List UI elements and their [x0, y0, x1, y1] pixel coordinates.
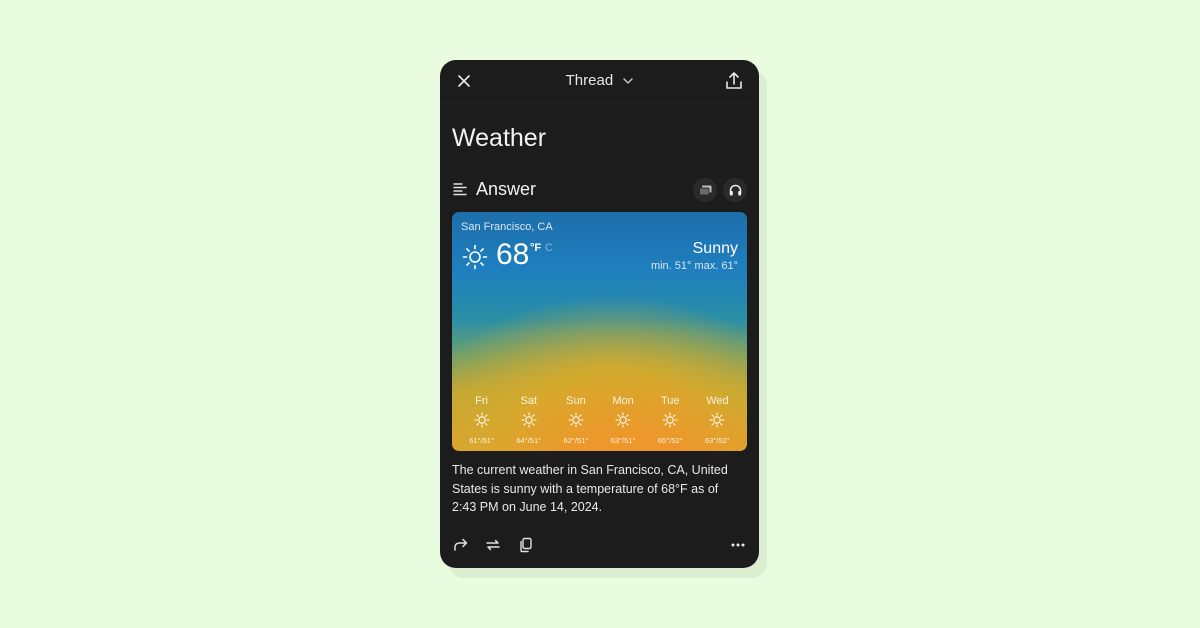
answer-text: The current weather in San Francisco, CA… — [452, 463, 728, 514]
weather-condition: Sunny — [692, 240, 738, 257]
weather-min-max: min. 51° max. 61° — [650, 260, 738, 272]
images-icon — [698, 185, 711, 195]
sun-icon — [474, 412, 490, 428]
forecast-temps: 63°/52° — [705, 436, 730, 445]
images-button[interactable] — [693, 178, 717, 202]
weather-location: San Francisco, CA — [461, 221, 553, 233]
headphones-icon — [729, 184, 741, 196]
forecast-temps: 64°/51° — [516, 436, 542, 445]
sun-icon — [709, 412, 725, 428]
rewrite-icon[interactable] — [484, 536, 502, 554]
share-icon[interactable] — [725, 71, 743, 91]
forecast-day-label: Mon — [612, 395, 634, 407]
forecast-day-label: Fri — [475, 395, 488, 407]
forecast-day: Wed 63°/52° — [694, 395, 741, 445]
forecast-temps: 62°/51° — [563, 436, 589, 445]
forecast-day: Tue 65°/52° — [647, 395, 694, 445]
unit-celsius[interactable]: C — [545, 242, 553, 254]
forecast-day: Sat 64°/51° — [505, 395, 552, 445]
sun-icon — [462, 244, 488, 270]
thread-panel: Thread Weather Answer San Francisco, CA … — [440, 60, 759, 568]
listen-button[interactable] — [723, 178, 747, 202]
forecast-day: Fri 61°/51° — [458, 395, 505, 445]
answer-lines-icon — [453, 183, 467, 196]
forecast-day-label: Tue — [661, 395, 680, 407]
sun-icon — [568, 412, 584, 428]
more-icon[interactable] — [729, 536, 747, 554]
share-forward-icon[interactable] — [452, 536, 470, 554]
answer-actions — [452, 536, 747, 556]
top-bar: Thread — [440, 60, 759, 103]
weather-card[interactable]: San Francisco, CA 68 °F C Sunny min. 51°… — [452, 212, 747, 451]
copy-icon[interactable] — [517, 536, 535, 554]
forecast-temps: 65°/52° — [657, 436, 683, 445]
forecast-day: Sun 62°/51° — [552, 395, 599, 445]
current-temperature: 68 — [496, 238, 530, 271]
page-title: Weather — [452, 124, 547, 152]
forecast-row: Fri 61°/51° Sat 64°/51° Sun 62°/51° Mon … — [452, 395, 747, 445]
forecast-temps: 63°/51° — [610, 436, 636, 445]
sun-icon — [662, 412, 678, 428]
forecast-day: Mon 63°/51° — [600, 395, 647, 445]
forecast-day-label: Sat — [520, 395, 538, 407]
forecast-temps: 61°/51° — [469, 436, 494, 445]
answer-label: Answer — [476, 179, 537, 199]
sun-icon — [615, 412, 631, 428]
unit-fahrenheit[interactable]: °F — [530, 242, 541, 254]
thread-selector[interactable]: Thread — [440, 72, 759, 89]
sun-icon — [521, 412, 537, 428]
thread-title: Thread — [565, 72, 614, 89]
answer-header: Answer — [452, 178, 747, 202]
chevron-down-icon — [623, 78, 633, 84]
forecast-day-label: Sun — [566, 395, 586, 407]
forecast-day-label: Wed — [706, 395, 729, 407]
